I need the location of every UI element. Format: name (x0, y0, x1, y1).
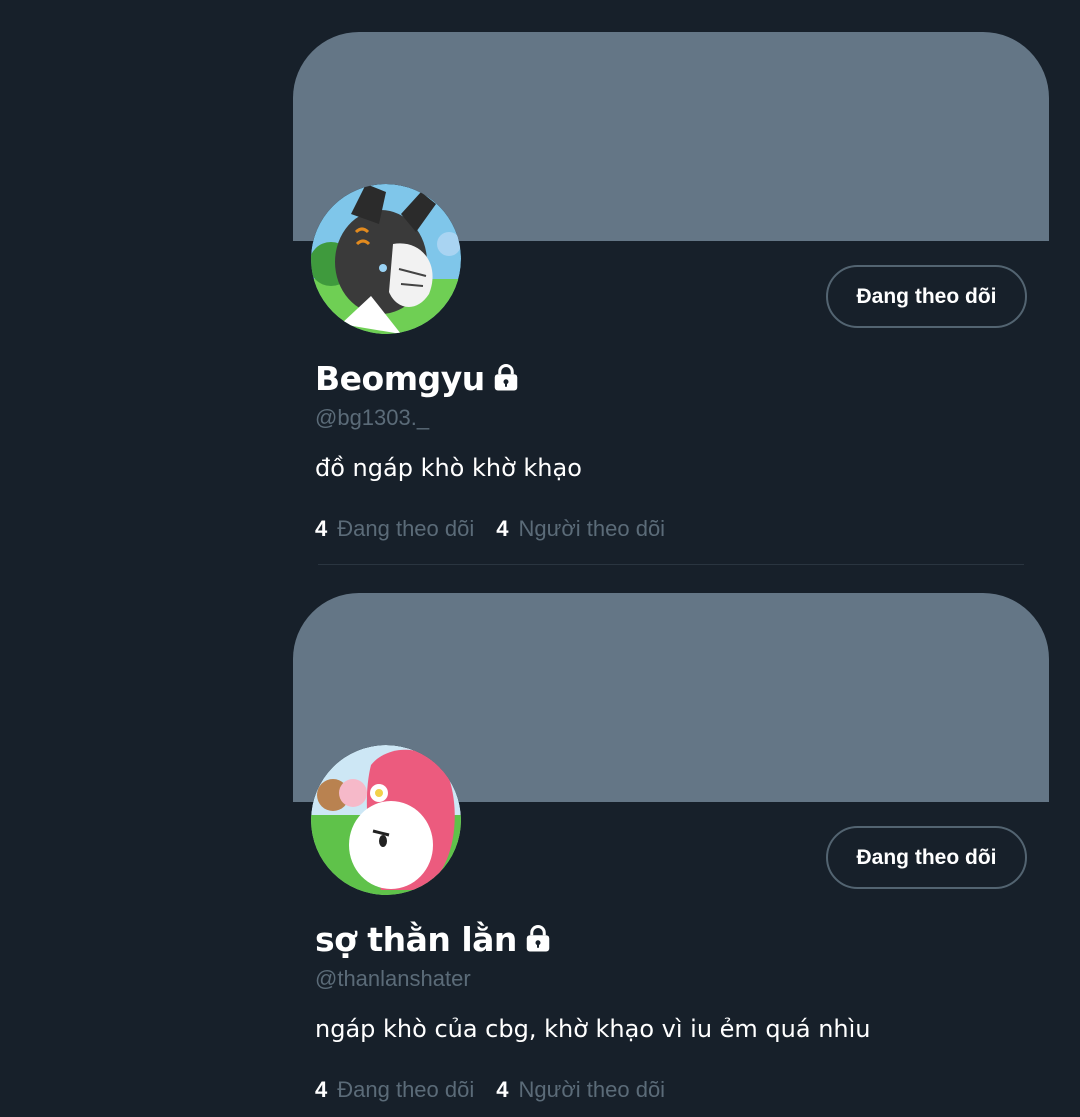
following-link[interactable]: 4 Đang theo dõi (315, 1075, 474, 1105)
user-handle: @thanlanshater (315, 966, 471, 991)
following-count: 4 (315, 1077, 328, 1102)
following-link[interactable]: 4 Đang theo dõi (315, 514, 474, 544)
followers-count: 4 (496, 1077, 509, 1102)
following-count: 4 (315, 516, 328, 541)
following-label: Đang theo dõi (337, 1077, 475, 1102)
lock-icon (523, 924, 553, 959)
following-button[interactable]: Đang theo dõi (826, 265, 1027, 328)
card-divider (318, 564, 1024, 565)
following-button[interactable]: Đang theo dõi (826, 826, 1027, 889)
avatar[interactable] (311, 184, 461, 334)
following-label: Đang theo dõi (337, 516, 475, 541)
followers-link[interactable]: 4 Người theo dõi (496, 514, 665, 544)
followers-label: Người theo dõi (518, 1077, 666, 1102)
display-name: Beomgyu (315, 359, 485, 398)
followers-label: Người theo dõi (518, 516, 666, 541)
followers-link[interactable]: 4 Người theo dõi (496, 1075, 665, 1105)
user-handle: @bg1303._ (315, 405, 430, 430)
lock-icon (491, 363, 521, 398)
name-row: sợ thằn lằn (315, 918, 553, 962)
name-row: Beomgyu (315, 357, 521, 401)
profile-bio: ngáp khò của cbg, khờ khạo vì iu ẻm quá … (315, 1015, 871, 1043)
display-name: sợ thằn lằn (315, 920, 517, 959)
avatar[interactable] (311, 745, 461, 895)
follow-stats: 4 Đang theo dõi 4 Người theo dõi (315, 514, 665, 544)
follow-stats: 4 Đang theo dõi 4 Người theo dõi (315, 1075, 665, 1105)
profile-bio: đồ ngáp khò khờ khạo (315, 454, 582, 482)
followers-count: 4 (496, 516, 509, 541)
